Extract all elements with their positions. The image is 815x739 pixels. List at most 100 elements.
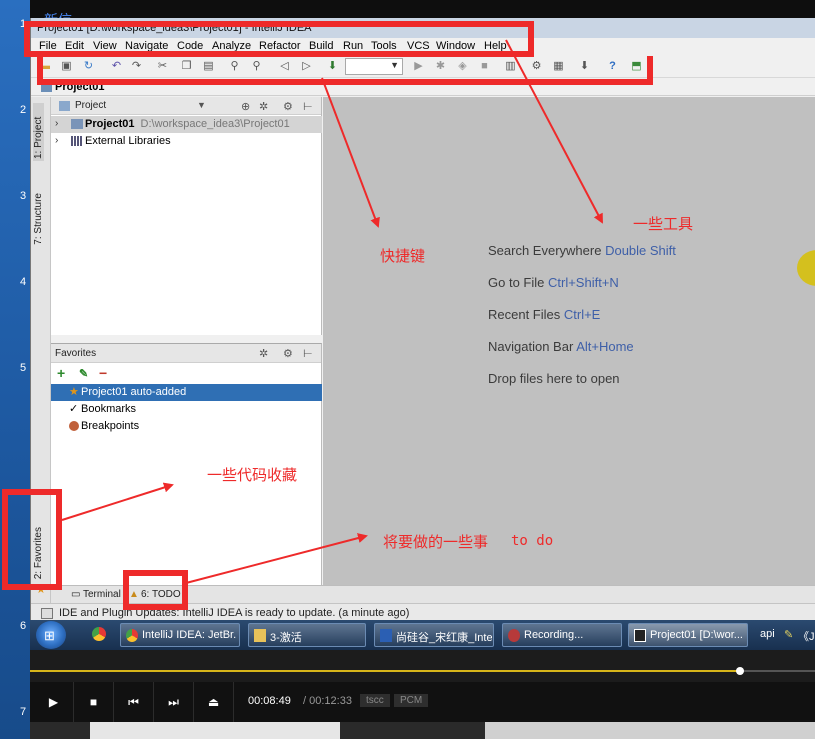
hint-search-everywhere: Search Everywhere Double Shift bbox=[488, 243, 676, 258]
collapse-icon[interactable]: ✲ bbox=[259, 100, 268, 113]
desktop-number: 3 bbox=[20, 190, 27, 202]
task-intellij-browser[interactable]: IntelliJ IDEA: JetBr... bbox=[120, 623, 240, 647]
tree-path: D:\workspace_idea3\Project01 bbox=[140, 118, 290, 130]
annotation-box-favorites bbox=[2, 489, 62, 590]
tab-terminal[interactable]: Terminal bbox=[83, 589, 121, 600]
task-label: IntelliJ IDEA: JetBr... bbox=[142, 629, 237, 641]
editor-area[interactable]: Search Everywhere Double Shift Go to Fil… bbox=[323, 97, 815, 585]
task-recording[interactable]: Recording... bbox=[502, 623, 622, 647]
tray-text[interactable]: 《Ja bbox=[798, 628, 815, 644]
star-icon: ★ bbox=[69, 386, 79, 398]
favorites-item-label: Bookmarks bbox=[81, 403, 137, 415]
tray-ime-icon[interactable]: ✎ bbox=[784, 628, 793, 641]
collapse-icon[interactable]: ✲ bbox=[259, 347, 268, 360]
task-label: 3-激活 bbox=[270, 632, 302, 644]
tree-label: Project01 bbox=[85, 118, 135, 130]
hint-shortcut: Alt+Home bbox=[576, 339, 634, 354]
annotation-tools: 一些工具 bbox=[633, 215, 694, 233]
time-current: 00:08:49 bbox=[248, 695, 291, 707]
gear-icon[interactable]: ⚙ bbox=[283, 100, 293, 113]
favorites-item-project01[interactable]: ★ Project01 auto-added bbox=[51, 384, 322, 401]
status-message[interactable]: IDE and Plugin Updates: IntelliJ IDEA is… bbox=[59, 607, 409, 619]
annotation-box-menu bbox=[24, 21, 534, 57]
tab-project[interactable]: 1: Project bbox=[33, 103, 44, 161]
expand-arrow-icon[interactable]: › bbox=[55, 118, 58, 129]
seek-bar[interactable] bbox=[30, 667, 815, 675]
expand-arrow-icon[interactable]: › bbox=[55, 135, 58, 146]
favorites-toolbar: + ✎ − bbox=[51, 363, 321, 383]
underlying-window-fragment bbox=[485, 722, 815, 739]
project-view-icon bbox=[59, 101, 70, 111]
project-view-selector[interactable]: Project bbox=[75, 100, 106, 111]
task-label: Project01 [D:\wor... bbox=[650, 629, 743, 641]
hint-go-to-file: Go to File Ctrl+Shift+N bbox=[488, 275, 619, 290]
chrome-icon[interactable] bbox=[92, 627, 106, 641]
task-intellij-project[interactable]: Project01 [D:\wor... bbox=[628, 623, 748, 647]
favorites-title: Favorites bbox=[55, 348, 97, 359]
previous-icon[interactable]: ⏮ bbox=[114, 682, 154, 722]
favorites-item-bookmarks[interactable]: ✓ Bookmarks bbox=[51, 401, 322, 418]
module-folder-icon bbox=[71, 119, 83, 129]
task-word[interactable]: 尚硅谷_宋红康_Inte... bbox=[374, 623, 494, 647]
seek-handle[interactable] bbox=[735, 667, 744, 675]
player-controls: ▶ ■ ⏮ ⏭ ⏏ 00:08:49 / 00:12:33 tscc PCM bbox=[30, 682, 815, 722]
intellij-icon bbox=[634, 629, 646, 642]
desktop-number: 5 bbox=[20, 362, 27, 374]
remove-icon[interactable]: − bbox=[99, 365, 107, 381]
media-player: ▶ ■ ⏮ ⏭ ⏏ 00:08:49 / 00:12:33 tscc PCM bbox=[30, 650, 815, 739]
taskbar: ⊞ IntelliJ IDEA: JetBr... 3-激活 尚硅谷_宋红康_I… bbox=[30, 620, 815, 650]
codec-badge: tscc bbox=[360, 694, 390, 707]
favorites-item-breakpoints[interactable]: Breakpoints bbox=[51, 418, 322, 435]
status-toggle-icon[interactable] bbox=[41, 608, 53, 619]
favorites-item-label: Project01 auto-added bbox=[81, 386, 187, 398]
tree-label: External Libraries bbox=[85, 135, 171, 147]
bookmark-check-icon: ✓ bbox=[69, 403, 79, 415]
eject-icon[interactable]: ⏏ bbox=[194, 682, 234, 722]
task-label: Recording... bbox=[524, 629, 584, 641]
locate-icon[interactable]: ⊕ bbox=[241, 100, 250, 113]
desktop-number: 4 bbox=[20, 276, 27, 288]
chevron-down-icon[interactable]: ▼ bbox=[197, 100, 206, 110]
project-panel-header: Project ▼ ⊕ ✲ ⚙ ⊢ bbox=[51, 97, 321, 115]
seek-bar-fill bbox=[30, 670, 740, 672]
gear-icon[interactable]: ⚙ bbox=[283, 347, 293, 360]
tray-text[interactable]: api bbox=[760, 628, 775, 640]
stop-icon[interactable]: ■ bbox=[74, 682, 114, 722]
annotation-todo-en: to do bbox=[511, 533, 554, 549]
hint-shortcut: Double Shift bbox=[605, 243, 676, 258]
time-separator: / bbox=[303, 695, 307, 707]
annotation-box-todo bbox=[123, 570, 188, 610]
hide-icon[interactable]: ⊢ bbox=[303, 347, 313, 360]
add-icon[interactable]: + bbox=[57, 365, 65, 381]
annotation-shortcuts: 快捷键 bbox=[380, 247, 426, 265]
annotation-favorites: 一些代码收藏 bbox=[207, 466, 298, 484]
hint-shortcut: Ctrl+E bbox=[563, 307, 601, 322]
task-label: 尚硅谷_宋红康_Inte... bbox=[396, 632, 492, 644]
desktop-number: 6 bbox=[20, 620, 27, 632]
desktop-number: 7 bbox=[20, 706, 27, 718]
next-icon[interactable]: ⏭ bbox=[154, 682, 194, 722]
library-icon bbox=[71, 136, 83, 146]
underlying-window-fragment bbox=[90, 722, 340, 739]
hide-icon[interactable]: ⊢ bbox=[303, 100, 313, 113]
favorites-panel-header: Favorites ✲ ⚙ ⊢ bbox=[51, 344, 321, 363]
hint-drop-files: Drop files here to open bbox=[488, 371, 620, 386]
hint-shortcut: Ctrl+Shift+N bbox=[547, 275, 619, 290]
desktop-top-edge bbox=[30, 0, 815, 20]
hint-text: Drop files here to open bbox=[488, 371, 620, 386]
windows-logo-icon: ⊞ bbox=[44, 628, 55, 643]
time-total: / 00:12:33 bbox=[303, 695, 352, 707]
task-folder[interactable]: 3-激活 bbox=[248, 623, 366, 647]
play-icon[interactable]: ▶ bbox=[34, 682, 74, 722]
chrome-icon bbox=[126, 629, 138, 642]
tab-structure[interactable]: 7: Structure bbox=[33, 193, 44, 245]
favorites-item-label: Breakpoints bbox=[81, 420, 140, 432]
desktop-background: 1 2 3 4 5 6 7 bbox=[0, 0, 30, 739]
time-total-value: 00:12:33 bbox=[309, 695, 352, 707]
hint-recent-files: Recent Files Ctrl+E bbox=[488, 307, 600, 322]
tree-row-project01[interactable]: › Project01 D:\workspace_idea3\Project01 bbox=[51, 116, 322, 133]
tree-row-external-libraries[interactable]: › External Libraries bbox=[51, 133, 322, 150]
annotation-todo: 将要做的一些事 bbox=[383, 533, 489, 551]
edit-icon[interactable]: ✎ bbox=[79, 367, 88, 380]
recording-icon bbox=[508, 629, 520, 642]
